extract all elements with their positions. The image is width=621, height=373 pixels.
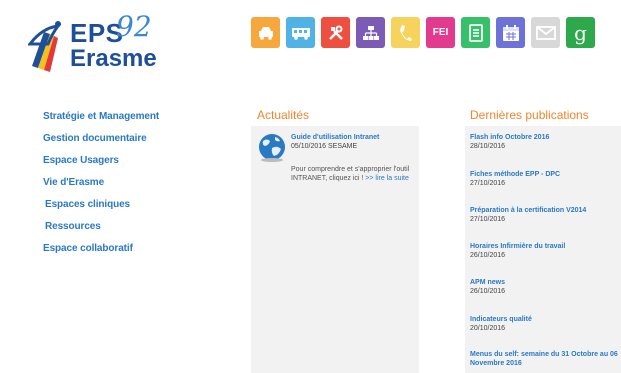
nav-item-label: Gestion documentaire <box>43 132 147 144</box>
nav-item-strategie[interactable]: Stratégie et Management <box>28 110 159 122</box>
nav-item-espace-usagers[interactable]: Espace Usagers <box>28 154 119 166</box>
publication-title[interactable]: Flash info Octobre 2016 <box>470 133 620 142</box>
publication-item[interactable]: APM news 26/10/2016 <box>470 278 620 296</box>
publication-item[interactable]: Flash info Octobre 2016 28/10/2016 <box>470 133 620 151</box>
crescent-icon <box>29 242 35 254</box>
news-item-title[interactable]: Guide d'utilisation Intranet <box>291 134 379 141</box>
nav-item-label: Espaces cliniques <box>45 198 131 210</box>
publication-date: 26/10/2016 <box>470 252 506 259</box>
mail-icon[interactable] <box>531 17 560 48</box>
publication-title[interactable]: Indicateurs qualité <box>470 315 620 324</box>
logo-erasme-text: Erasme <box>70 45 157 72</box>
tools-icon[interactable] <box>321 17 350 48</box>
publication-title[interactable]: APM news <box>470 278 620 287</box>
news-heading: Actualités <box>257 108 310 122</box>
nav-item-gestion-documentaire[interactable]: Gestion documentaire <box>28 132 147 144</box>
publication-title[interactable]: Menus du self: semaine du 31 Octobre au … <box>470 350 620 368</box>
phone-icon[interactable] <box>391 17 420 48</box>
publication-item[interactable]: Indicateurs qualité 20/10/2016 <box>470 315 620 333</box>
crescent-icon <box>29 176 35 188</box>
crescent-icon <box>29 198 35 210</box>
crescent-icon <box>29 220 35 232</box>
publication-item[interactable]: Fiches méthode EPP - DPC 27/10/2016 <box>470 170 620 188</box>
crescent-icon <box>29 154 35 166</box>
news-item-description: Pour comprendre et s'approprier l'outil … <box>291 165 416 183</box>
publication-item[interactable]: Préparation à la certification V2014 27/… <box>470 206 620 224</box>
news-item-date: 05/10/2016 SESAME <box>291 143 358 150</box>
publications-heading: Dernières publications <box>470 108 589 122</box>
globe-icon <box>259 134 285 162</box>
publication-item[interactable]: Menus du self: semaine du 31 Octobre au … <box>470 350 620 368</box>
publication-date: 27/10/2016 <box>470 180 506 187</box>
publications-panel: Flash info Octobre 2016 28/10/2016 Fiche… <box>465 126 621 373</box>
document-icon[interactable] <box>461 17 490 48</box>
logo-number-text: 92 <box>116 10 152 43</box>
car-icon[interactable] <box>251 17 280 48</box>
nav-item-espaces-cliniques[interactable]: Espaces cliniques <box>28 198 130 210</box>
read-more-link[interactable]: >> lire la suite <box>365 175 409 182</box>
publication-item[interactable]: Horaires Infirmière du travail 26/10/201… <box>470 242 620 260</box>
nav-item-espace-collaboratif[interactable]: Espace collaboratif <box>28 242 133 254</box>
publication-date: 28/10/2016 <box>470 143 506 150</box>
nav-item-label: Vie d'Erasme <box>43 176 105 188</box>
publication-date: 20/10/2016 <box>470 325 506 332</box>
nav-item-label: Espace collaboratif <box>43 242 133 254</box>
figure-logo-icon <box>28 21 62 72</box>
news-panel: Guide d'utilisation Intranet 05/10/2016 … <box>251 126 419 373</box>
publication-date: 26/10/2016 <box>470 288 506 295</box>
bus-icon[interactable] <box>286 17 315 48</box>
publication-title[interactable]: Fiches méthode EPP - DPC <box>470 170 620 179</box>
nav-item-vie-erasme[interactable]: Vie d'Erasme <box>28 176 104 188</box>
publication-title[interactable]: Préparation à la certification V2014 <box>470 206 620 215</box>
crescent-icon <box>29 132 35 144</box>
nav-item-label: Stratégie et Management <box>43 110 160 122</box>
crescent-icon <box>29 110 35 122</box>
fei-icon[interactable]: FEI <box>426 17 455 48</box>
publication-title[interactable]: Horaires Infirmière du travail <box>470 242 620 251</box>
nav-item-ressources[interactable]: Ressources <box>28 220 101 232</box>
org-chart-icon[interactable] <box>356 17 385 48</box>
calendar-icon[interactable] <box>496 17 525 48</box>
nav-item-label: Espace Usagers <box>43 154 119 166</box>
nav-item-label: Ressources <box>45 220 101 232</box>
erasme-logo[interactable]: EPS 92 Erasme <box>28 10 158 72</box>
publication-date: 27/10/2016 <box>470 216 506 223</box>
google-icon[interactable]: g <box>566 17 595 48</box>
